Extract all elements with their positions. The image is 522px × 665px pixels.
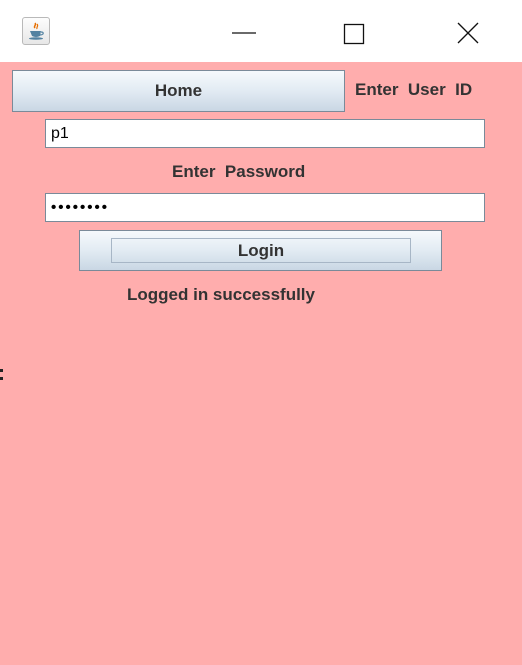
- user-id-label: Enter User ID: [355, 80, 473, 99]
- close-button[interactable]: [445, 12, 491, 52]
- status-message: Logged in successfully: [127, 285, 315, 304]
- login-button[interactable]: Login: [79, 230, 442, 271]
- home-button[interactable]: Home: [12, 70, 345, 112]
- java-coffee-cup-icon[interactable]: [22, 17, 50, 45]
- password-label: Enter Password: [172, 162, 306, 181]
- user-id-input[interactable]: [45, 119, 485, 148]
- app-window: Home Enter User ID Enter Password Login …: [0, 0, 522, 665]
- login-button-label: Login: [111, 238, 411, 263]
- close-icon: [457, 22, 479, 44]
- maximize-button[interactable]: [330, 12, 376, 52]
- title-bar: [0, 0, 522, 62]
- password-input[interactable]: [45, 193, 485, 222]
- maximize-icon: [343, 23, 365, 45]
- minimize-icon: [232, 32, 256, 34]
- minimize-button[interactable]: [221, 12, 267, 52]
- window-edge-marker: [0, 369, 3, 383]
- login-panel: Home Enter User ID Enter Password Login …: [0, 62, 522, 665]
